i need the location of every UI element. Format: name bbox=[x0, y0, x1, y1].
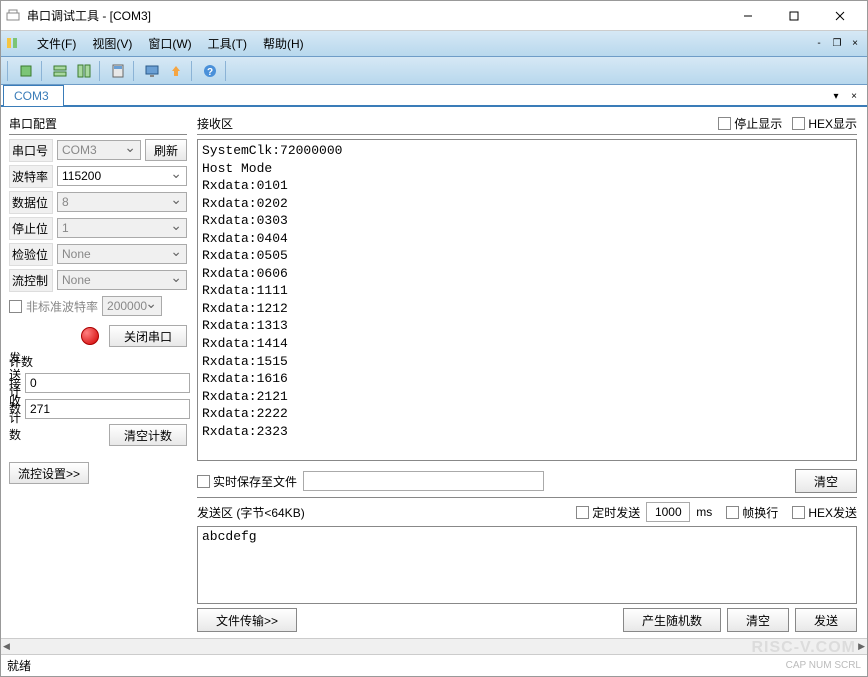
svg-text:?: ? bbox=[207, 67, 213, 78]
databits-label: 数据位 bbox=[9, 191, 53, 214]
send-textarea[interactable] bbox=[197, 526, 857, 604]
clear-count-button[interactable]: 清空计数 bbox=[109, 424, 187, 446]
status-indicator-icon bbox=[81, 327, 99, 345]
mdi-restore[interactable]: ❐ bbox=[829, 37, 845, 51]
mdi-close[interactable]: × bbox=[847, 37, 863, 51]
titlebar: 串口调试工具 - [COM3] bbox=[1, 1, 867, 31]
tab-dropdown-icon[interactable]: ▾ bbox=[829, 89, 843, 103]
timer-value-field[interactable] bbox=[646, 502, 690, 522]
databits-combo[interactable]: 8 bbox=[57, 192, 187, 212]
stopbits-label: 停止位 bbox=[9, 217, 53, 240]
recv-title: 接收区 bbox=[197, 115, 233, 132]
stopbits-combo[interactable]: 1 bbox=[57, 218, 187, 238]
send-clear-button[interactable]: 清空 bbox=[727, 608, 789, 632]
baud-label: 波特率 bbox=[9, 165, 53, 188]
parity-label: 检验位 bbox=[9, 243, 53, 266]
tool-tile-h-icon[interactable] bbox=[49, 60, 71, 82]
menu-window[interactable]: 窗口(W) bbox=[140, 32, 199, 55]
status-indicators: CAP NUM SCRL bbox=[786, 660, 861, 671]
recv-clear-button[interactable]: 清空 bbox=[795, 469, 857, 493]
recv-textarea[interactable]: SystemClk:72000000 Host Mode Rxdata:0101… bbox=[197, 139, 857, 461]
tab-com3[interactable]: COM3 bbox=[3, 85, 64, 106]
menubar: 文件(F) 视图(V) 窗口(W) 工具(T) 帮助(H) - ❐ × bbox=[1, 31, 867, 57]
save-path-field[interactable] bbox=[303, 471, 544, 491]
hex-display-checkbox[interactable]: HEX显示 bbox=[792, 115, 857, 132]
file-transfer-button[interactable]: 文件传输>> bbox=[197, 608, 297, 632]
menu-file[interactable]: 文件(F) bbox=[29, 32, 84, 55]
send-title: 发送区 (字节<64KB) bbox=[197, 504, 305, 521]
menu-view[interactable]: 视图(V) bbox=[84, 32, 140, 55]
nonstd-checkbox[interactable] bbox=[9, 300, 22, 313]
port-combo[interactable]: COM3 bbox=[57, 140, 141, 160]
baud-combo[interactable]: 115200 bbox=[57, 166, 187, 186]
tabbar: COM3 ▾ × bbox=[1, 85, 867, 107]
tool-upload-icon[interactable] bbox=[165, 60, 187, 82]
tool-monitor-icon[interactable] bbox=[141, 60, 163, 82]
hex-send-checkbox[interactable]: HEX发送 bbox=[792, 504, 857, 521]
maximize-button[interactable] bbox=[771, 2, 817, 30]
timer-send-checkbox[interactable]: 定时发送 bbox=[576, 504, 640, 521]
flow-settings-button[interactable]: 流控设置>> bbox=[9, 462, 89, 484]
nonstd-label: 非标准波特率 bbox=[26, 298, 98, 315]
tool-help-icon[interactable]: ? bbox=[199, 60, 221, 82]
status-text: 就绪 bbox=[7, 657, 31, 674]
tool-calc-icon[interactable] bbox=[107, 60, 129, 82]
sidebar: 串口配置 串口号 COM3 刷新 波特率 115200 数据位 8 停止位 1 … bbox=[3, 109, 193, 636]
menu-help[interactable]: 帮助(H) bbox=[255, 32, 312, 55]
app-icon bbox=[5, 8, 21, 24]
close-button[interactable] bbox=[817, 2, 863, 30]
port-label: 串口号 bbox=[9, 139, 53, 162]
tab-close-icon[interactable]: × bbox=[847, 89, 861, 103]
refresh-button[interactable]: 刷新 bbox=[145, 139, 187, 161]
tool-new-icon[interactable] bbox=[15, 60, 37, 82]
flow-combo[interactable]: None bbox=[57, 270, 187, 290]
timer-unit: ms bbox=[696, 505, 712, 519]
send-count-field[interactable] bbox=[25, 373, 190, 393]
tool-tile-v-icon[interactable] bbox=[73, 60, 95, 82]
content-area: 串口配置 串口号 COM3 刷新 波特率 115200 数据位 8 停止位 1 … bbox=[1, 107, 867, 638]
nonstd-combo[interactable]: 200000 bbox=[102, 296, 162, 316]
stop-display-checkbox[interactable]: 停止显示 bbox=[718, 115, 782, 132]
app-window: 串口调试工具 - [COM3] 文件(F) 视图(V) 窗口(W) 工具(T) … bbox=[0, 0, 868, 677]
parity-combo[interactable]: None bbox=[57, 244, 187, 264]
horizontal-scrollbar[interactable] bbox=[1, 638, 867, 654]
flow-label: 流控制 bbox=[9, 269, 53, 292]
recv-count-field[interactable] bbox=[25, 399, 190, 419]
close-port-button[interactable]: 关闭串口 bbox=[109, 325, 187, 347]
wrap-checkbox[interactable]: 帧换行 bbox=[726, 504, 778, 521]
realtime-save-checkbox[interactable]: 实时保存至文件 bbox=[197, 473, 297, 490]
mdi-minimize[interactable]: - bbox=[811, 37, 827, 51]
main-area: 接收区 停止显示 HEX显示 SystemClk:72000000 Host M… bbox=[193, 109, 865, 636]
send-button[interactable]: 发送 bbox=[795, 608, 857, 632]
gen-random-button[interactable]: 产生随机数 bbox=[623, 608, 721, 632]
minimize-button[interactable] bbox=[725, 2, 771, 30]
toolbar: ? bbox=[1, 57, 867, 85]
menu-tool[interactable]: 工具(T) bbox=[200, 32, 255, 55]
window-title: 串口调试工具 - [COM3] bbox=[27, 7, 725, 24]
config-title: 串口配置 bbox=[9, 113, 187, 135]
statusbar: 就绪 CAP NUM SCRL bbox=[1, 654, 867, 676]
count-title: 计数 bbox=[9, 353, 187, 370]
menu-app-icon bbox=[5, 36, 21, 52]
